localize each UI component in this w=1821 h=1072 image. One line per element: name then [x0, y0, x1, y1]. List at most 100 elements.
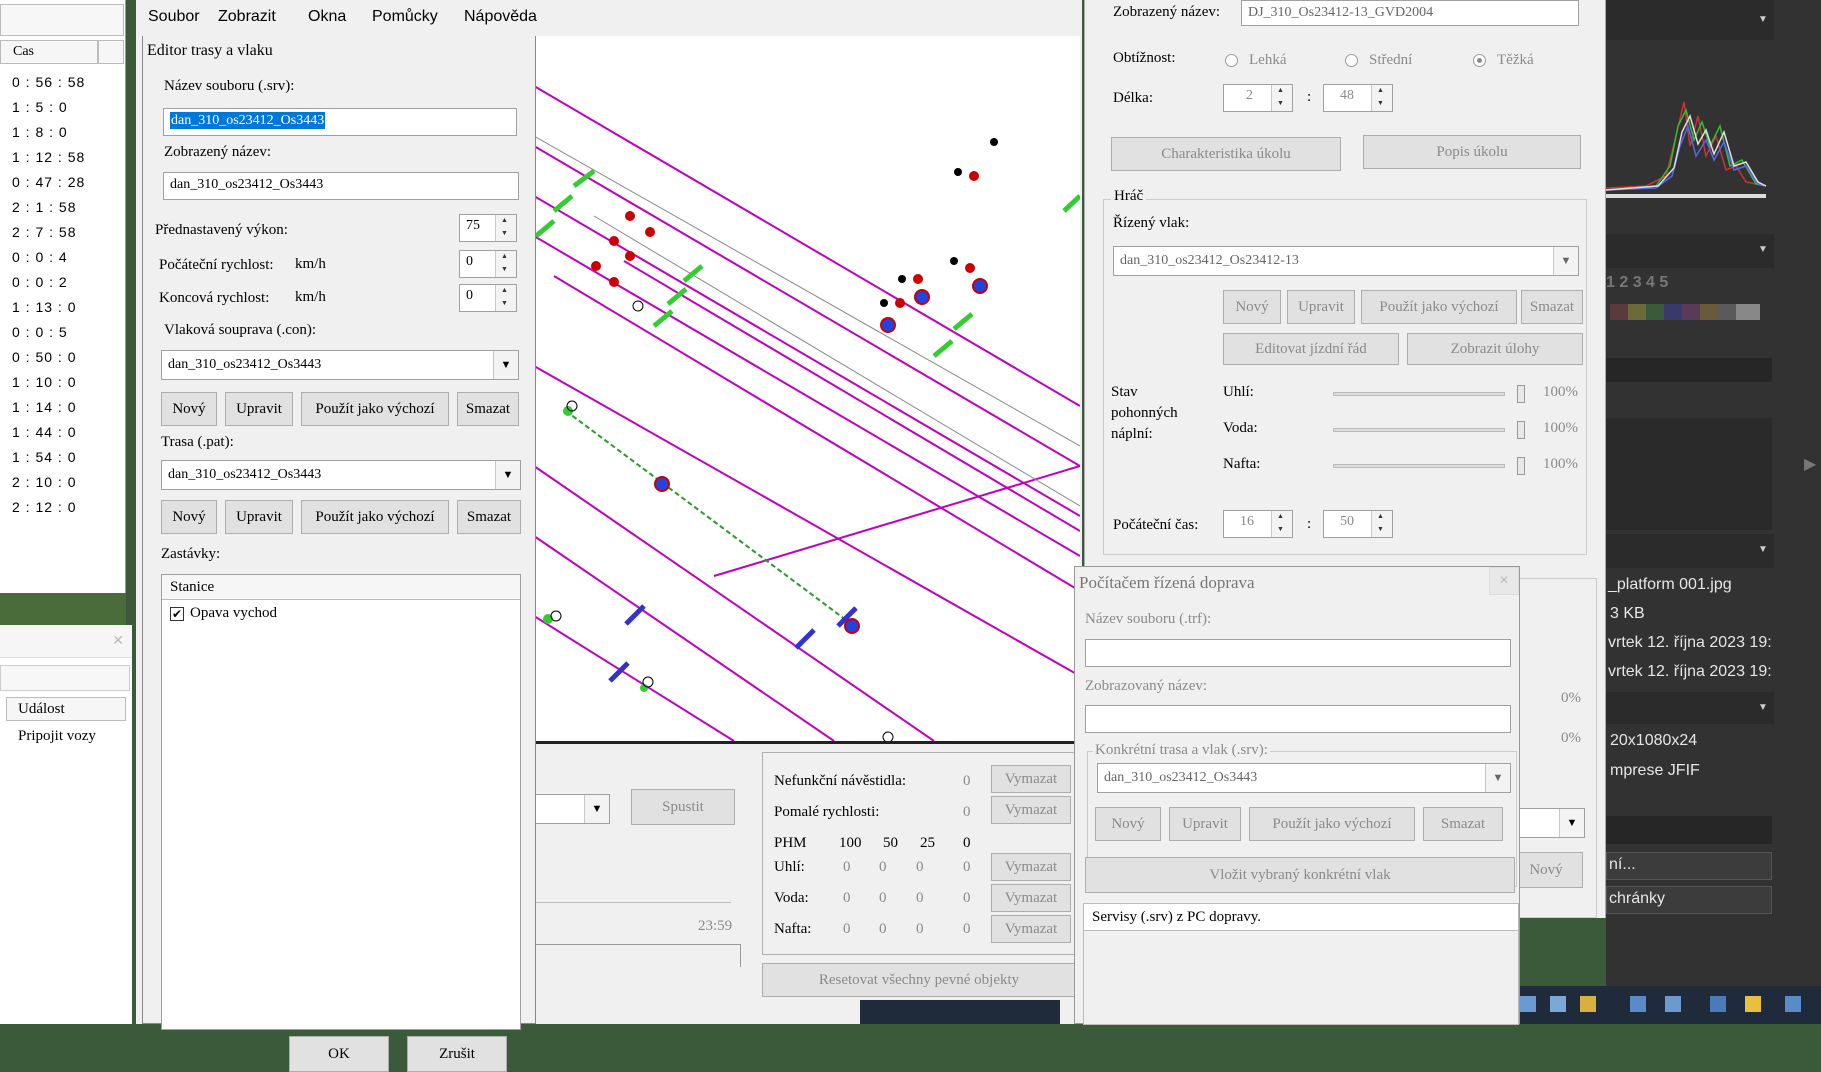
time-entry[interactable]: 0 : 47 : 28 — [12, 174, 85, 190]
close-icon[interactable]: ✕ — [1489, 567, 1519, 595]
length-minutes-spinner[interactable]: 48 — [1323, 84, 1393, 112]
consist-default-button[interactable]: Použít jako výchozí — [301, 392, 449, 426]
coal-slider-thumb[interactable] — [1517, 385, 1525, 403]
time-entry[interactable]: 1 : 44 : 0 — [12, 424, 76, 440]
consist-delete-button[interactable]: Smazat — [457, 392, 519, 426]
time-entry[interactable]: 1 : 5 : 0 — [12, 99, 68, 115]
traffic-new-button[interactable]: Nový — [1095, 807, 1161, 841]
train-new-button[interactable]: Nový — [1223, 290, 1281, 324]
time-entry[interactable]: 0 : 56 : 58 — [12, 74, 85, 90]
traffic-services-list[interactable]: Servisy (.srv) z PC dopravy. — [1083, 903, 1519, 1025]
stops-list[interactable]: Stanice ✔ Opava vychod — [161, 574, 521, 1030]
train-edit-button[interactable]: Upravit — [1287, 290, 1355, 324]
time-entry[interactable]: 0 : 0 : 5 — [12, 324, 68, 340]
insert-train-button[interactable]: Vložit vybraný konkrétní vlak — [1085, 857, 1515, 893]
spinner-arrows-icon[interactable] — [1271, 511, 1292, 537]
ps-field-2[interactable] — [1606, 816, 1772, 844]
run-select[interactable]: ▼ — [534, 794, 610, 824]
time-entry[interactable]: 2 : 1 : 58 — [12, 199, 76, 215]
file-input[interactable]: dan_310_os23412_Os3443 — [163, 108, 517, 136]
time-entry[interactable]: 2 : 12 : 0 — [12, 499, 76, 515]
ps-field-1[interactable] — [1606, 358, 1772, 382]
activity-display-input[interactable]: DJ_310_Os23412-13_GVD2004 — [1241, 0, 1579, 26]
time-entry[interactable]: 1 : 12 : 58 — [12, 149, 85, 165]
tray-icon[interactable] — [1745, 996, 1761, 1012]
spinner-arrows-icon[interactable] — [1271, 85, 1292, 111]
time-entry[interactable]: 1 : 54 : 0 — [12, 449, 76, 465]
difficulty-hard-radio[interactable] — [1473, 54, 1486, 67]
consist-select[interactable]: dan_310_os23412_Os3443 ▼ — [161, 350, 519, 380]
traffic-list-header[interactable]: Servisy (.srv) z PC dopravy. — [1084, 904, 1461, 931]
event-item[interactable]: Pripojit vozy — [18, 728, 96, 745]
chevron-down-icon[interactable]: ▼ — [1758, 544, 1768, 555]
start-minutes-spinner[interactable]: 50 — [1323, 510, 1393, 538]
route-map[interactable] — [534, 36, 1080, 744]
water-slider[interactable] — [1333, 428, 1505, 432]
power-spinner[interactable]: 75 — [459, 214, 517, 242]
time-entry[interactable]: 2 : 10 : 0 — [12, 474, 76, 490]
time-entry[interactable]: 1 : 14 : 0 — [12, 399, 76, 415]
station-checkbox[interactable]: ✔ — [170, 607, 184, 621]
traffic-file-input[interactable] — [1085, 639, 1511, 667]
display-name-input[interactable]: dan_310_os23412_Os3443 — [163, 172, 519, 200]
end-speed-spinner[interactable]: 0 — [459, 284, 517, 312]
menu-item-3[interactable]: Pomůcky — [372, 8, 438, 26]
time-entry[interactable]: 0 : 0 : 4 — [12, 249, 68, 265]
label-numbers[interactable]: 1 2 3 4 5 — [1606, 274, 1668, 292]
map-canvas[interactable] — [534, 36, 1080, 741]
ok-button[interactable]: OK — [289, 1036, 389, 1072]
diesel-slider-thumb[interactable] — [1517, 457, 1525, 475]
close-icon[interactable]: ✕ — [112, 633, 124, 649]
clear-water-button[interactable]: Vymazat — [991, 884, 1071, 912]
chevron-down-icon[interactable]: ▼ — [1758, 702, 1768, 713]
tray-icon[interactable] — [1520, 996, 1536, 1012]
tray-icon[interactable] — [1630, 996, 1646, 1012]
ps-button-1[interactable]: ní... — [1606, 852, 1772, 880]
path-delete-button[interactable]: Smazat — [457, 500, 521, 534]
spinner-arrows-icon[interactable] — [495, 285, 516, 311]
train-default-button[interactable]: Použít jako výchozí — [1361, 290, 1517, 324]
station-row[interactable]: ✔ Opava vychod — [170, 605, 470, 627]
cancel-button[interactable]: Zrušit — [407, 1036, 507, 1072]
tray-icon[interactable] — [1710, 996, 1726, 1012]
spinner-arrows-icon[interactable] — [495, 251, 516, 277]
start-hours-spinner[interactable]: 16 — [1223, 510, 1293, 538]
time-entry[interactable]: 0 : 50 : 0 — [12, 349, 76, 365]
controlled-train-select[interactable]: dan_310_os23412_Os23412-13 ▼ — [1113, 246, 1579, 276]
clear-coal-button[interactable]: Vymazat — [991, 853, 1071, 881]
menu-item-2[interactable]: Okna — [308, 8, 346, 26]
reset-objects-button[interactable]: Resetovat všechny pevné objekty — [762, 963, 1076, 997]
tray-icon[interactable] — [1665, 996, 1681, 1012]
train-delete-button[interactable]: Smazat — [1521, 290, 1583, 324]
timeline-col-header[interactable]: Cas — [0, 40, 98, 64]
chevron-down-icon[interactable]: ▼ — [1758, 244, 1768, 255]
difficulty-medium-radio[interactable] — [1345, 54, 1358, 67]
path-select[interactable]: dan_310_os23412_Os3443 ▼ — [161, 460, 521, 490]
menu-item-4[interactable]: Nápověda — [464, 8, 537, 26]
water-slider-thumb[interactable] — [1517, 421, 1525, 439]
event-header[interactable]: Událost — [6, 697, 126, 721]
diesel-slider[interactable] — [1333, 464, 1505, 468]
task-description-button[interactable]: Popis úkolu — [1363, 135, 1581, 169]
tray-icon[interactable] — [1580, 996, 1596, 1012]
edit-timetable-button[interactable]: Editovat jízdní řád — [1223, 333, 1399, 365]
consist-new-button[interactable]: Nový — [161, 392, 217, 426]
spinner-arrows-icon[interactable] — [1371, 85, 1392, 111]
tray-icon[interactable] — [1785, 996, 1801, 1012]
stops-header[interactable]: Stanice — [162, 575, 351, 600]
clear-slow-button[interactable]: Vymazat — [991, 796, 1071, 824]
path-new-button[interactable]: Nový — [161, 500, 217, 534]
traffic-srv-select[interactable]: dan_310_os23412_Os3443 ▼ — [1097, 763, 1511, 793]
traffic-edit-button[interactable]: Upravit — [1169, 807, 1241, 841]
time-entry[interactable]: 1 : 10 : 0 — [12, 374, 76, 390]
ps-button-2[interactable]: chránky — [1606, 886, 1772, 914]
traffic-default-button[interactable]: Použít jako výchozí — [1249, 807, 1415, 841]
menu-item-0[interactable]: Soubor — [148, 8, 200, 26]
path-edit-button[interactable]: Upravit — [225, 500, 293, 534]
chevron-right-icon[interactable]: ▶ — [1804, 454, 1816, 474]
consist-edit-button[interactable]: Upravit — [225, 392, 293, 426]
traffic-delete-button[interactable]: Smazat — [1423, 807, 1503, 841]
clear-signals-button[interactable]: Vymazat — [991, 765, 1071, 793]
spinner-arrows-icon[interactable] — [1371, 511, 1392, 537]
time-entry[interactable]: 2 : 7 : 58 — [12, 224, 76, 240]
